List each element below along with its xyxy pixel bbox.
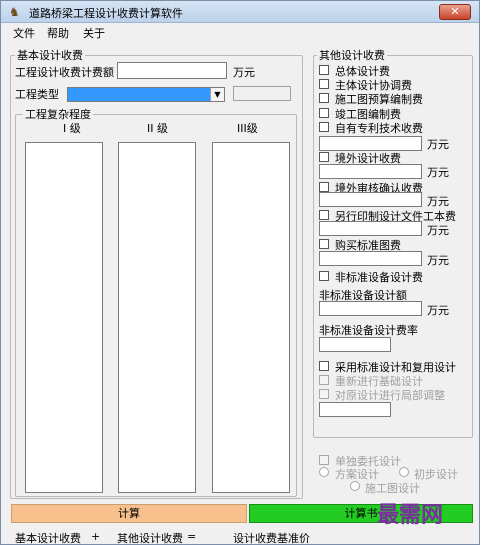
partial-adjust-checkbox[interactable]	[319, 389, 329, 399]
main-coord-checkbox[interactable]	[319, 79, 329, 89]
level-2-list[interactable]	[118, 142, 196, 493]
complexity-group-title: 工程复杂程度	[23, 106, 93, 122]
close-button[interactable]: ✕	[439, 4, 471, 20]
level-3-list[interactable]	[212, 142, 290, 493]
construction-design-radio[interactable]	[350, 481, 360, 491]
overseas-design-unit: 万元	[427, 166, 449, 179]
nonstd-amount-unit: 万元	[427, 304, 449, 317]
overseas-design-checkbox[interactable]	[319, 152, 329, 162]
overseas-review-unit: 万元	[427, 195, 449, 208]
print-cost-checkbox[interactable]	[319, 210, 329, 220]
app-logo-icon: ♞	[9, 5, 20, 19]
fee-base-label: 工程设计收费计费额	[15, 66, 114, 79]
level-2-header: II 级	[147, 122, 168, 135]
menu-file[interactable]: 文件	[13, 25, 35, 41]
nonstd-amount-input[interactable]	[319, 301, 422, 316]
status-plus: +	[91, 530, 101, 543]
prelim-design-label: 初步设计	[414, 468, 458, 481]
basic-fee-group-title: 基本设计收费	[15, 47, 85, 63]
project-type-code-field	[233, 86, 291, 101]
title-bar[interactable]: ♞ 道路桥梁工程设计收费计算软件 ✕	[1, 1, 479, 23]
patent-checkbox[interactable]	[319, 122, 329, 132]
patent-label: 自有专利技术收费	[335, 122, 423, 135]
calculate-button[interactable]: 计算	[11, 504, 247, 523]
std-drawing-input[interactable]	[319, 251, 422, 266]
nonstd-rate-input[interactable]	[319, 337, 391, 352]
level-1-list[interactable]	[25, 142, 103, 493]
patent-fee-unit: 万元	[427, 138, 449, 151]
nonstd-equipment-label: 非标准设备设计费	[335, 271, 423, 284]
app-window: ♞ 道路桥梁工程设计收费计算软件 ✕ 文件 帮助 关于 基本设计收费 工程设计收…	[0, 0, 480, 545]
chevron-down-icon[interactable]: ▼	[210, 88, 224, 101]
prelim-design-radio[interactable]	[399, 467, 409, 477]
menu-about[interactable]: 关于	[83, 25, 105, 41]
partial-adjust-label: 对原设计进行局部调整	[335, 389, 445, 402]
status-base-price-label: 设计收费基准价	[233, 532, 310, 545]
overseas-review-checkbox[interactable]	[319, 182, 329, 192]
overseas-design-input[interactable]	[319, 164, 422, 179]
redo-foundation-checkbox[interactable]	[319, 375, 329, 385]
std-design-checkbox[interactable]	[319, 361, 329, 371]
overall-design-checkbox[interactable]	[319, 65, 329, 75]
scheme-design-radio[interactable]	[319, 467, 329, 477]
patent-fee-input[interactable]	[319, 136, 422, 151]
level-3-header: III级	[237, 122, 258, 135]
status-other-label: 其他设计收费	[117, 532, 183, 545]
watermark-text: 最需网	[377, 502, 444, 528]
project-type-label: 工程类型	[15, 88, 59, 101]
nonstd-equipment-checkbox[interactable]	[319, 271, 329, 281]
level-1-header: I 级	[63, 122, 81, 135]
print-cost-unit: 万元	[427, 224, 449, 237]
single-entrust-checkbox[interactable]	[319, 455, 329, 465]
menu-help[interactable]: 帮助	[47, 25, 69, 41]
overseas-review-input[interactable]	[319, 192, 422, 207]
nonstd-rate-label: 非标准设备设计费率	[319, 324, 418, 337]
budget-label: 施工图预算编制费	[335, 93, 423, 106]
construction-design-label: 施工图设计	[365, 482, 420, 495]
as-built-checkbox[interactable]	[319, 108, 329, 118]
print-cost-input[interactable]	[319, 221, 422, 236]
status-equals: =	[187, 530, 197, 543]
std-drawing-unit: 万元	[427, 254, 449, 267]
project-type-select[interactable]: ▼	[67, 87, 225, 102]
adjust-factor-input[interactable]	[319, 402, 391, 417]
fee-base-input[interactable]	[117, 62, 227, 79]
status-bar: 基本设计收费 + 其他设计收费 = 设计收费基准价	[1, 526, 479, 545]
window-title: 道路桥梁工程设计收费计算软件	[29, 7, 183, 20]
std-drawing-checkbox[interactable]	[319, 239, 329, 249]
menu-bar: 文件 帮助 关于	[1, 23, 479, 41]
status-basic-label: 基本设计收费	[15, 532, 81, 545]
budget-checkbox[interactable]	[319, 93, 329, 103]
other-fee-group-title: 其他设计收费	[317, 47, 387, 63]
fee-base-unit: 万元	[233, 66, 255, 79]
